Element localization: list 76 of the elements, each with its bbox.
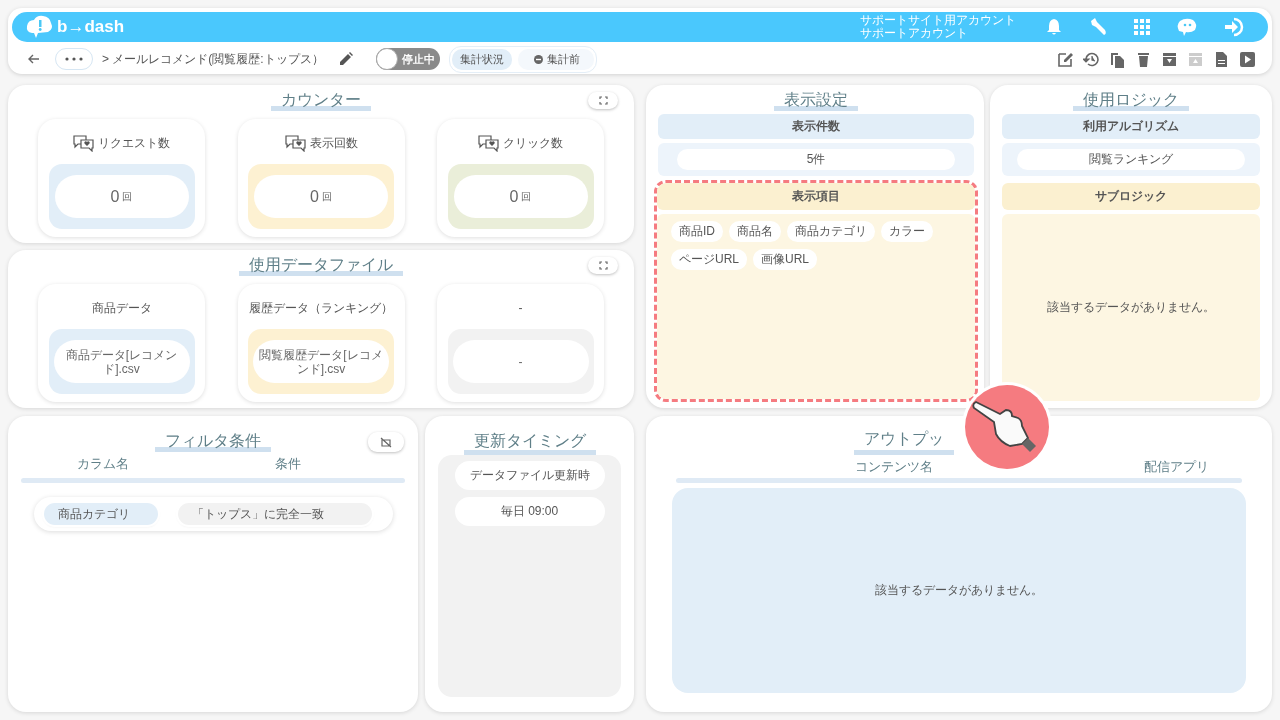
filter-column-chip: 商品カテゴリ	[44, 503, 158, 525]
item-chip: 画像URL	[753, 249, 818, 270]
logout-icon[interactable]	[1224, 17, 1246, 37]
cloud-logo-icon	[26, 15, 54, 39]
section-header: 利用アルゴリズム	[1002, 114, 1260, 139]
chat-icon	[284, 134, 307, 152]
data-file-label: 履歴データ（ランキング）	[249, 299, 393, 317]
counter-value: 0	[110, 187, 120, 206]
file-name: 商品データ[レコメンド].csv	[53, 340, 190, 383]
status-label: 集計状況	[451, 48, 512, 70]
pencil-icon[interactable]	[338, 52, 353, 66]
column-header: 配信アプリ	[1144, 458, 1209, 475]
status-toggle[interactable]: 停止中	[375, 48, 440, 70]
bell-icon[interactable]	[1046, 18, 1062, 36]
panel-title: フィルタ条件	[155, 431, 271, 452]
timing-pill: データファイル更新時	[454, 461, 605, 490]
empty-message: 該当するデータがありません。	[1047, 299, 1215, 316]
value-pill: 5件	[676, 149, 956, 170]
filter-condition-chip: 「トップス」に完全一致	[178, 503, 372, 525]
file-name: -	[452, 340, 589, 383]
minus-circle-icon	[533, 54, 543, 64]
more-button[interactable]	[55, 48, 93, 70]
item-chip: 商品名	[729, 221, 781, 242]
counter-label: リクエスト数	[98, 134, 170, 152]
empty-message: 該当するデータがありません。	[875, 582, 1043, 599]
item-chip: ページURL	[671, 249, 747, 270]
counter-unit: 回	[521, 189, 532, 204]
panel-title: アウトプッ	[854, 429, 954, 455]
value-pill: 閲覧ランキング	[1017, 149, 1245, 170]
back-arrow-icon[interactable]	[28, 54, 40, 64]
account-name: サポートサイト用アカウント	[860, 14, 1016, 27]
chat-icon	[73, 134, 95, 152]
column-header: カラム名	[76, 455, 130, 473]
counter-value: 0	[509, 187, 519, 206]
eye-off-icon	[380, 436, 392, 448]
column-header: コンテンツ名	[855, 458, 933, 475]
history-icon[interactable]	[1083, 50, 1100, 68]
chat-icon	[478, 134, 500, 152]
logo-text: b→dash	[57, 17, 125, 37]
counter-unit: 回	[122, 189, 133, 204]
copy-icon[interactable]	[1109, 50, 1126, 68]
account-name: サポートアカウント	[860, 27, 969, 40]
expand-icon	[598, 96, 608, 105]
panel-title: 使用ロジック	[1073, 90, 1189, 111]
edit-icon[interactable]	[1057, 50, 1074, 68]
delete-icon[interactable]	[1135, 50, 1152, 68]
expand-button[interactable]	[588, 257, 618, 274]
download-icon[interactable]	[1161, 50, 1178, 68]
play-icon[interactable]	[1239, 50, 1256, 68]
breadcrumb: > メールレコメンド(閲覧履歴:トップス）	[102, 50, 324, 68]
item-chip: カラー	[881, 221, 933, 242]
item-chip: 商品ID	[671, 221, 723, 242]
file-name: 閲覧履歴データ[レコメンド].csv	[253, 340, 389, 383]
counter-label: クリック数	[503, 134, 563, 152]
expand-icon	[598, 261, 608, 270]
panel-title: 更新タイミング	[463, 431, 596, 455]
counter-value: 0	[310, 187, 319, 206]
document-icon[interactable]	[1213, 50, 1230, 68]
status-value: 集計前	[517, 48, 594, 70]
panel-title: カウンター	[271, 90, 371, 111]
panel-title: 表示設定	[774, 90, 858, 111]
section-header: 表示項目	[657, 183, 975, 210]
grid-icon[interactable]	[1134, 19, 1150, 35]
data-file-label: 商品データ	[91, 299, 152, 317]
hide-button[interactable]	[368, 432, 404, 452]
more-icon	[65, 57, 83, 61]
panel-title: 使用データファイル	[239, 255, 403, 276]
timing-pill: 毎日 09:00	[454, 497, 605, 526]
expand-button[interactable]	[588, 92, 618, 109]
section-header: サブロジック	[1002, 183, 1260, 210]
data-file-label: -	[518, 301, 523, 315]
counter-unit: 回	[321, 189, 332, 204]
section-header: 表示件数	[658, 114, 974, 139]
item-chip: 商品カテゴリ	[787, 221, 875, 242]
counter-label: 表示回数	[309, 134, 358, 152]
column-header: 条件	[274, 455, 302, 473]
